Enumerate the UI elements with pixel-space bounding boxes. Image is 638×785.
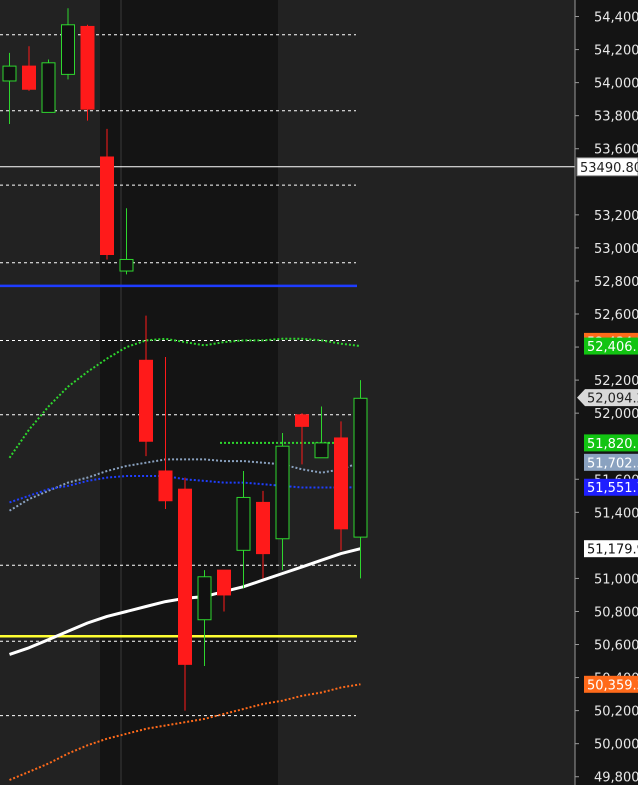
y-tick-label: 53,000 <box>594 242 638 257</box>
background-bands <box>0 0 575 785</box>
candle-down[interactable] <box>256 501 270 555</box>
y-tick-label: 51,000 <box>594 572 638 587</box>
price-tag: 50,359.3 <box>584 675 638 693</box>
y-tick-label: 52,000 <box>594 407 638 422</box>
candle-down[interactable] <box>139 359 153 442</box>
price-tag: 51,551.7 <box>584 478 638 496</box>
candle-up[interactable] <box>119 258 134 272</box>
candle-up[interactable] <box>275 445 290 540</box>
price-tag-label: 52,406.1 <box>587 340 638 355</box>
price-tag-label: 51,179.9 <box>587 543 638 558</box>
candle-down[interactable] <box>100 156 114 256</box>
candle-down[interactable] <box>295 414 309 427</box>
y-tick-label: 50,600 <box>594 639 638 654</box>
candle-down[interactable] <box>217 569 231 596</box>
candle-up[interactable] <box>353 397 368 538</box>
candle-down[interactable] <box>158 470 173 502</box>
price-tag-label: 51,551.7 <box>587 481 638 496</box>
candle-up[interactable] <box>236 496 251 551</box>
candle-up[interactable] <box>2 65 17 82</box>
price-tag-label: 51,702.5 <box>587 456 638 471</box>
y-tick-label: 54,000 <box>594 77 638 92</box>
price-tag-label: 52,094.2 <box>587 392 638 407</box>
price-tag: 51,702.5 <box>584 453 638 471</box>
y-tick-label: 54,400 <box>594 11 638 26</box>
last-price-label: 53490.80 <box>580 161 638 176</box>
y-tick-label: 52,600 <box>594 308 638 323</box>
y-tick-label: 54,200 <box>594 44 638 59</box>
price-tag-label: 51,820.1 <box>587 437 638 452</box>
y-tick-label: 50,200 <box>594 705 638 720</box>
price-tag: 52,094.2 <box>577 389 638 407</box>
candle-up[interactable] <box>61 24 75 75</box>
price-tag: 51,820.1 <box>584 434 638 452</box>
y-tick-label: 52,200 <box>594 374 638 389</box>
candlestick-chart[interactable]: 54,400 54,200 54,000 53,800 53,600 53,200 53,0… <box>0 0 638 785</box>
candle-down[interactable] <box>22 65 36 90</box>
session-band <box>0 0 100 785</box>
candle-up[interactable] <box>41 62 56 113</box>
price-tag: 51,179.9 <box>584 540 638 558</box>
candle-down[interactable] <box>80 25 95 110</box>
y-tick-label: 52,800 <box>594 275 638 290</box>
candle-up[interactable] <box>314 442 329 459</box>
y-tick-label: 53,800 <box>594 110 638 125</box>
y-tick-label: 53,600 <box>594 143 638 158</box>
price-tag: 52,406.1 <box>584 337 638 355</box>
y-tick-label: 51,400 <box>594 506 638 521</box>
y-tick-label: 50,000 <box>594 738 638 753</box>
y-tick-label: 50,800 <box>594 605 638 620</box>
candle-up[interactable] <box>197 576 212 621</box>
last-price-tag: 53490.80 <box>576 157 638 177</box>
price-tag-label: 50,359.3 <box>587 678 638 693</box>
candle-down[interactable] <box>334 437 348 530</box>
y-tick-label: 49,800 <box>594 771 638 785</box>
chart-stage: 54,400 54,200 54,000 53,800 53,600 53,200 53,0… <box>0 0 638 785</box>
y-tick-label: 53,200 <box>594 209 638 224</box>
session-band <box>278 0 575 785</box>
candle-down[interactable] <box>178 488 192 665</box>
